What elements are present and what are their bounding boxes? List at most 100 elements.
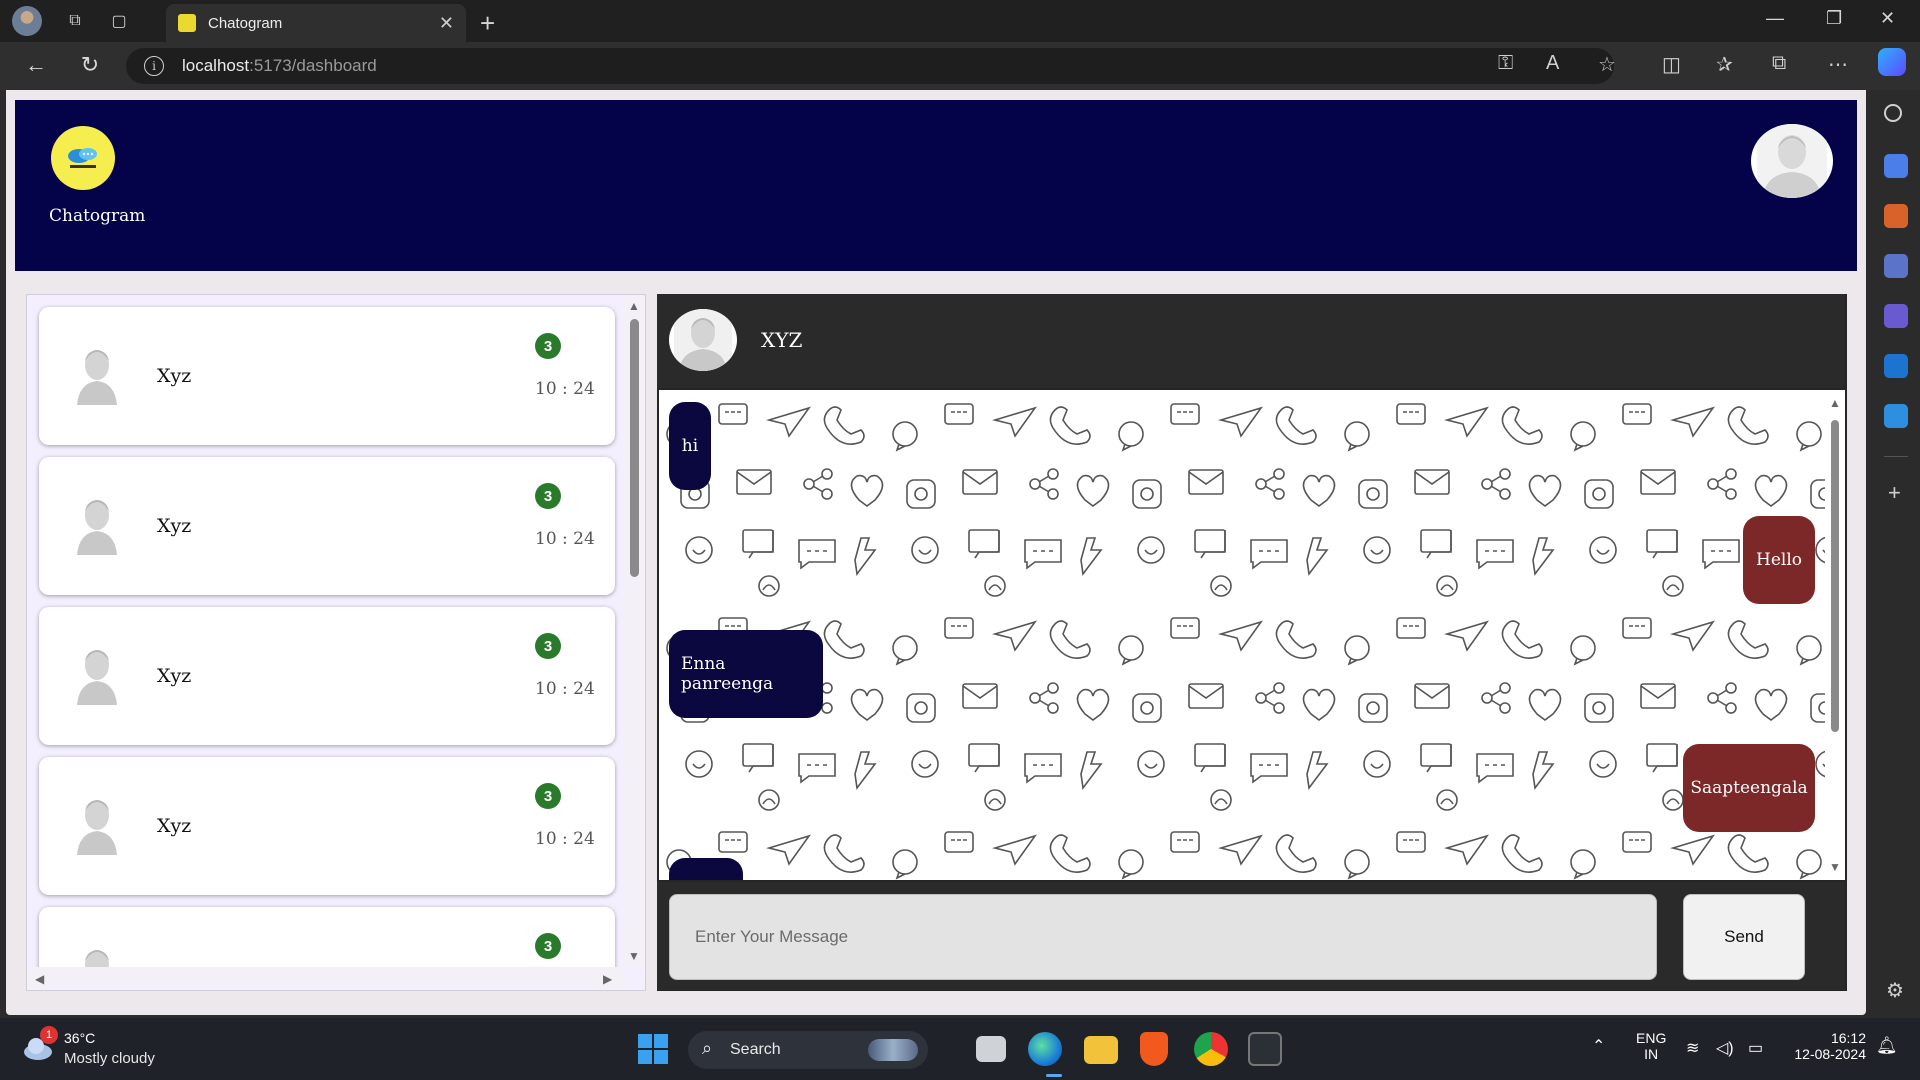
user-silhouette-icon xyxy=(674,309,732,371)
search-icon: ⌕ xyxy=(702,1038,713,1058)
chat-background-pattern xyxy=(659,390,1825,880)
windows-start-icon[interactable] xyxy=(638,1034,668,1064)
last-message-time: 10 : 24 xyxy=(535,679,595,699)
browser-tab[interactable]: Chatogram ✕ xyxy=(166,4,466,42)
sidebar-games-icon[interactable] xyxy=(1884,254,1908,278)
outgoing-message: Hello xyxy=(1743,516,1815,604)
conversation-contact-name: XYZ xyxy=(761,328,803,352)
volume-icon[interactable]: ◁) xyxy=(1716,1038,1734,1058)
conversation-header: XYZ xyxy=(657,294,1845,388)
chat-list-item[interactable]: Xyz 3 10 : 24 xyxy=(39,457,615,595)
sidebar-search-icon[interactable] xyxy=(1884,104,1902,122)
wifi-icon[interactable]: ≋ xyxy=(1686,1038,1699,1058)
tab-actions-icon[interactable]: ▢ xyxy=(108,10,130,32)
new-tab-icon[interactable]: + xyxy=(480,8,495,39)
terminal-icon[interactable] xyxy=(1248,1032,1282,1066)
send-button[interactable]: Send xyxy=(1683,894,1805,980)
sidebar-add-icon[interactable]: + xyxy=(1888,480,1901,506)
brave-icon[interactable] xyxy=(1140,1032,1168,1066)
scroll-up-icon[interactable]: ▲ xyxy=(628,299,640,313)
search-label: Search xyxy=(730,1041,781,1058)
unread-badge: 3 xyxy=(535,633,561,659)
chrome-icon[interactable] xyxy=(1194,1032,1228,1066)
scrollbar-thumb[interactable] xyxy=(630,319,639,577)
clock[interactable]: 16:12 12-08-2024 xyxy=(1786,1030,1866,1062)
sidebar-settings-icon[interactable]: ⚙ xyxy=(1886,978,1904,1003)
sidebar-m365-icon[interactable] xyxy=(1884,304,1908,328)
message-area-scrollbar[interactable]: ▲ ▼ xyxy=(1825,390,1845,880)
sidebar-tools-icon[interactable] xyxy=(1884,204,1908,228)
chat-list-item[interactable]: Xyz 3 10 : 24 xyxy=(39,757,615,895)
tab-favicon-icon xyxy=(178,14,196,32)
edge-taskbar-icon[interactable] xyxy=(1028,1032,1062,1066)
chat-list-horizontal-scrollbar[interactable]: ◀ ▶ xyxy=(27,967,623,990)
app-logo[interactable] xyxy=(51,126,115,190)
weather-condition[interactable]: Mostly cloudy xyxy=(64,1050,155,1067)
split-screen-icon[interactable]: ◫ xyxy=(1662,52,1681,77)
refresh-icon[interactable]: ↻ xyxy=(62,52,118,78)
copilot-icon[interactable] xyxy=(1878,48,1906,76)
chat-list-item[interactable]: Xyz 3 10 : 24 xyxy=(39,307,615,445)
key-icon[interactable]: ⚿ xyxy=(1498,52,1513,75)
file-explorer-icon[interactable] xyxy=(1084,1036,1118,1064)
url-text[interactable]: localhost:5173/dashboard xyxy=(182,56,377,76)
message-input[interactable] xyxy=(669,894,1657,980)
unread-badge: 3 xyxy=(535,333,561,359)
scroll-right-icon[interactable]: ▶ xyxy=(603,972,612,986)
close-window-icon[interactable]: ✕ xyxy=(1880,8,1895,29)
workspaces-icon[interactable]: ⧉ xyxy=(64,10,86,32)
unread-badge: 3 xyxy=(535,483,561,509)
site-info-icon[interactable]: i xyxy=(144,56,164,76)
conversation-panel: XYZ hi Hello Enna panreenga Saapteengala… xyxy=(657,294,1847,991)
restore-icon[interactable]: ❐ xyxy=(1826,8,1842,29)
contact-avatar-icon xyxy=(77,350,117,405)
address-bar[interactable]: i localhost:5173/dashboard xyxy=(126,48,1614,84)
show-hidden-icons-icon[interactable]: ⌃ xyxy=(1592,1036,1605,1056)
browser-profile-avatar[interactable] xyxy=(12,6,42,36)
search-highlight-image xyxy=(868,1039,918,1061)
user-profile-avatar[interactable] xyxy=(1751,124,1833,198)
contact-name: Xyz xyxy=(157,515,192,537)
battery-icon[interactable]: ▭ xyxy=(1748,1038,1763,1058)
favorites-icon[interactable]: ✰ xyxy=(1716,52,1733,77)
scroll-left-icon[interactable]: ◀ xyxy=(35,972,44,986)
contact-name: Xyz xyxy=(157,815,192,837)
chat-list-item[interactable]: Xyz 3 10 : 24 xyxy=(39,607,615,745)
contact-avatar-icon xyxy=(77,500,117,555)
contact-avatar[interactable] xyxy=(669,309,737,371)
scroll-down-icon[interactable]: ▼ xyxy=(1829,860,1841,874)
active-app-indicator xyxy=(1046,1074,1062,1077)
collections-icon[interactable]: ⧉ xyxy=(1772,52,1786,75)
task-view-icon[interactable] xyxy=(976,1036,1006,1062)
scroll-up-icon[interactable]: ▲ xyxy=(1829,396,1841,410)
scrollbar-thumb[interactable] xyxy=(1831,420,1839,732)
chat-bubbles-icon xyxy=(68,148,97,168)
scroll-down-icon[interactable]: ▼ xyxy=(628,949,640,963)
sidebar-shopping-icon[interactable] xyxy=(1884,154,1908,178)
notification-bell-icon[interactable]: 🔔︎ xyxy=(1876,1036,1898,1056)
windows-taskbar: 1 36°C Mostly cloudy ⌕ Search ⌃ ENG IN ≋… xyxy=(0,1018,1920,1080)
chat-list-panel: Xyz 3 10 : 24 Xyz 3 10 : 24 Xyz 3 10 : 2… xyxy=(26,294,646,991)
tab-title: Chatogram xyxy=(208,14,283,32)
taskbar-search[interactable]: ⌕ Search xyxy=(688,1031,928,1069)
read-aloud-icon[interactable]: A xyxy=(1546,52,1559,75)
last-message-time: 10 : 24 xyxy=(535,829,595,849)
incoming-message: hi xyxy=(669,402,711,490)
message-area[interactable]: hi Hello Enna panreenga Saapteengala ▲ ▼ xyxy=(659,390,1845,880)
more-options-icon[interactable]: ⋯ xyxy=(1828,52,1848,77)
outgoing-message: Saapteengala xyxy=(1683,744,1815,832)
unread-badge: 3 xyxy=(535,783,561,809)
favorite-star-icon[interactable]: ☆ xyxy=(1598,52,1616,77)
chat-list-vertical-scrollbar[interactable]: ▲ ▼ xyxy=(623,295,645,967)
clock-date: 12-08-2024 xyxy=(1794,1046,1866,1062)
sidebar-outlook-icon[interactable] xyxy=(1884,354,1908,378)
contact-avatar-icon xyxy=(77,650,117,705)
back-icon[interactable]: ← xyxy=(8,52,64,78)
edge-sidebar: + ⚙ xyxy=(1872,90,1920,1018)
tab-close-icon[interactable]: ✕ xyxy=(439,13,454,34)
input-language[interactable]: ENG IN xyxy=(1636,1030,1666,1062)
contact-name: Xyz xyxy=(157,665,192,687)
sidebar-send-icon[interactable] xyxy=(1884,404,1908,428)
weather-temperature[interactable]: 36°C xyxy=(64,1030,95,1046)
minimize-icon[interactable]: — xyxy=(1766,8,1784,29)
